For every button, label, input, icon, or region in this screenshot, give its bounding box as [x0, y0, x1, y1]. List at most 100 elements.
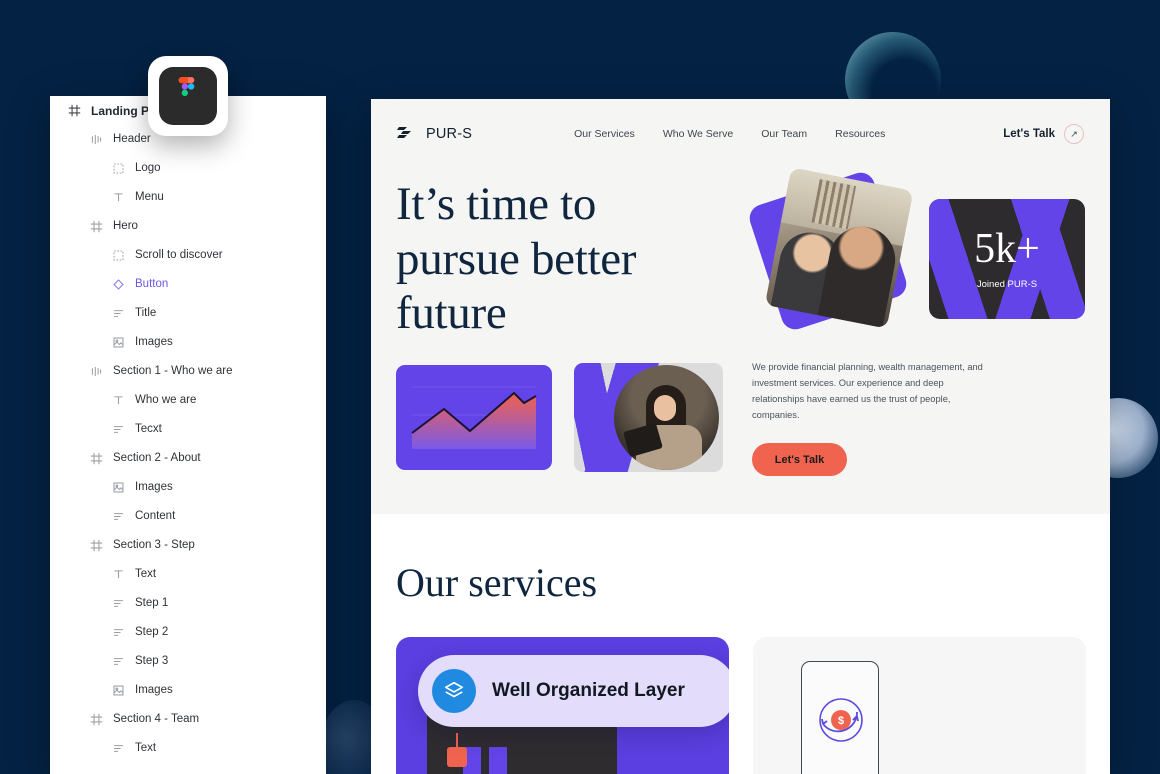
layer-row-step-1[interactable]: Step 1 — [50, 589, 326, 618]
list-icon — [110, 422, 126, 438]
hero-title: It’s time to pursue better future — [396, 177, 726, 341]
service-card-money[interactable]: $ — [753, 637, 1086, 774]
website-preview[interactable]: PUR-S Our Services Who We Serve Our Team Re… — [371, 99, 1110, 774]
well-organized-layer-badge: Well Organized Layer — [418, 655, 729, 727]
layer-label: Scroll to discover — [135, 248, 223, 261]
hero-chart-card — [396, 365, 552, 470]
layer-label: Menu — [135, 190, 164, 203]
nav-link-who-we-serve[interactable]: Who We Serve — [663, 128, 733, 140]
auto-layout-icon — [88, 132, 104, 148]
hero-photo-collage — [746, 167, 914, 342]
text-icon — [110, 190, 126, 206]
figma-app-icon-card[interactable] — [148, 56, 228, 136]
layer-row-menu[interactable]: Menu — [50, 183, 326, 212]
layer-row-scroll-to-discover[interactable]: Scroll to discover — [50, 241, 326, 270]
layer-row-text[interactable]: Text — [50, 734, 326, 763]
arrow-up-right-icon[interactable]: ↗ — [1064, 124, 1084, 144]
service-card-organized-layer[interactable]: Well Organized Layer — [396, 637, 729, 774]
nav-link-resources[interactable]: Resources — [835, 128, 885, 140]
layer-label: Logo — [135, 161, 161, 174]
image-icon — [110, 480, 126, 496]
frame-icon — [88, 451, 104, 467]
layer-row-content[interactable]: Content — [50, 502, 326, 531]
hero-lets-talk-button[interactable]: Let's Talk — [752, 443, 847, 476]
person-photo — [614, 365, 719, 470]
layer-row-images[interactable]: Images — [50, 676, 326, 705]
layers-icon — [432, 669, 476, 713]
hero-photo-people — [764, 167, 914, 329]
component-icon — [110, 248, 126, 264]
component-diamond-icon — [110, 277, 126, 293]
brand-logo[interactable]: PUR-S — [397, 124, 472, 145]
layer-label: Step 3 — [135, 654, 169, 667]
layer-label: Hero — [113, 219, 138, 232]
layer-label: Step 1 — [135, 596, 169, 609]
layer-label: Images — [135, 683, 173, 696]
list-icon — [110, 741, 126, 757]
frame-icon — [88, 219, 104, 235]
layer-row-button[interactable]: Button — [50, 270, 326, 299]
image-icon — [110, 683, 126, 699]
list-icon — [110, 596, 126, 612]
navbar-cta[interactable]: Let's Talk ↗ — [1003, 124, 1084, 144]
layer-row-images[interactable]: Images — [50, 328, 326, 357]
frame-icon — [88, 538, 104, 554]
layers-list[interactable]: Header Logo Menu Hero Scroll to discover Butt… — [50, 125, 326, 763]
figma-logo-icon — [159, 67, 217, 125]
text-icon — [110, 567, 126, 583]
hero-stat-card: 5k+ Joined PUR-S — [929, 199, 1085, 319]
list-icon — [110, 654, 126, 670]
nav-link-our-services[interactable]: Our Services — [574, 128, 635, 140]
stat-label: Joined PUR-S — [976, 279, 1038, 290]
nav-links[interactable]: Our Services Who We Serve Our Team Resource… — [574, 128, 885, 140]
text-icon — [110, 393, 126, 409]
layer-row-tecxt[interactable]: Tecxt — [50, 415, 326, 444]
layer-row-images[interactable]: Images — [50, 473, 326, 502]
layer-row-section-2-about[interactable]: Section 2 - About — [50, 444, 326, 473]
layer-row-section-4-team[interactable]: Section 4 - Team — [50, 705, 326, 734]
layer-row-text[interactable]: Text — [50, 560, 326, 589]
list-icon — [110, 625, 126, 641]
layer-label: Section 1 - Who we are — [113, 364, 233, 377]
growth-area-chart — [411, 386, 537, 449]
layer-row-section-3-step[interactable]: Section 3 - Step — [50, 531, 326, 560]
layer-label: Who we are — [135, 393, 197, 406]
component-icon — [110, 161, 126, 177]
stat-value: 5k+ — [974, 226, 1040, 272]
layer-label: Text — [135, 741, 157, 754]
figma-layers-panel[interactable]: Landing Pag Header Logo Menu Hero Scroll to … — [50, 96, 326, 774]
layer-label: Section 4 - Team — [113, 712, 200, 725]
hero-paragraph: We provide financial planning, wealth ma… — [752, 362, 983, 420]
layer-label: Images — [135, 335, 173, 348]
layer-row-section-1-who-we-are[interactable]: Section 1 - Who we are — [50, 357, 326, 386]
layer-label: Section 2 - About — [113, 451, 201, 464]
layer-label: Content — [135, 509, 176, 522]
layer-label: Title — [135, 306, 157, 319]
auto-layout-icon — [88, 364, 104, 380]
layer-row-title[interactable]: Title — [50, 299, 326, 328]
layer-label: Tecxt — [135, 422, 162, 435]
image-icon — [110, 335, 126, 351]
list-icon — [110, 509, 126, 525]
layer-label: Section 3 - Step — [113, 538, 195, 551]
services-heading: Our services — [396, 560, 598, 605]
nav-link-our-team[interactable]: Our Team — [761, 128, 807, 140]
list-icon — [110, 306, 126, 322]
layer-row-logo[interactable]: Logo — [50, 154, 326, 183]
hero-title-line-3: future — [396, 287, 507, 340]
layer-label: Header — [113, 132, 151, 145]
layer-row-who-we-are[interactable]: Who we are — [50, 386, 326, 415]
site-navbar[interactable]: PUR-S Our Services Who We Serve Our Team Re… — [371, 99, 1110, 169]
layer-row-step-2[interactable]: Step 2 — [50, 618, 326, 647]
layer-label: Text — [135, 567, 157, 580]
layer-row-hero[interactable]: Hero — [50, 212, 326, 241]
hero-title-line-1: It’s time to — [396, 178, 597, 230]
brand-name: PUR-S — [426, 126, 473, 142]
money-refresh-icon: $ — [819, 698, 863, 742]
layer-row-step-3[interactable]: Step 3 — [50, 647, 326, 676]
hero-person-card — [574, 363, 723, 472]
well-organized-layer-label: Well Organized Layer — [492, 680, 685, 701]
navbar-cta-label: Let's Talk — [1003, 128, 1055, 140]
frame-icon — [88, 712, 104, 728]
layer-label: Step 2 — [135, 625, 169, 638]
